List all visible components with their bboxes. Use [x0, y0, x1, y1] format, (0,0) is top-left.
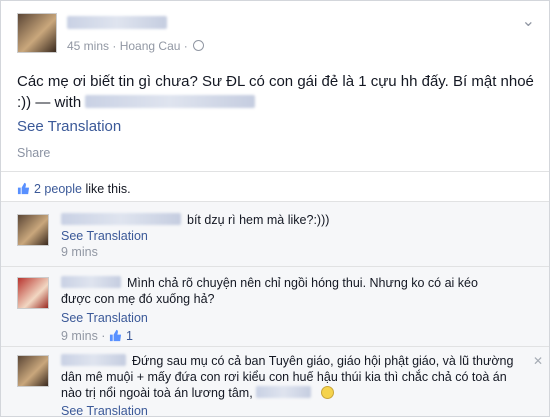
- post-time[interactable]: 45 mins: [67, 39, 109, 53]
- comment-time[interactable]: 9 mins: [61, 244, 521, 260]
- author-avatar[interactable]: [17, 13, 57, 53]
- divider: [1, 346, 549, 347]
- see-translation-link[interactable]: See Translation: [61, 310, 521, 326]
- comment-time[interactable]: 9 mins: [61, 329, 98, 343]
- commenter-avatar[interactable]: [17, 214, 49, 246]
- globe-icon[interactable]: [193, 40, 205, 51]
- tagged-friends-redacted[interactable]: [85, 95, 256, 108]
- see-translation-link[interactable]: See Translation: [61, 228, 521, 244]
- meta-separator: ·: [112, 39, 117, 53]
- divider: [1, 171, 549, 172]
- divider: [1, 266, 549, 267]
- post-meta: 45 mins · Hoang Cau ·: [67, 39, 205, 53]
- divider-comments: [1, 201, 549, 202]
- thumbs-up-icon: [17, 182, 30, 195]
- commenter-avatar[interactable]: [17, 355, 49, 387]
- facebook-post-card: 45 mins · Hoang Cau · ⌄ Các mẹ ơi biết t…: [0, 0, 550, 417]
- comment-text-line1: Đứng sau mụ có cả ban Tuyên giáo, giáo h…: [132, 354, 514, 368]
- smiley-emoticon-icon: [320, 386, 334, 399]
- chevron-down-icon[interactable]: ⌄: [522, 11, 535, 31]
- commenter-name-redacted[interactable]: [61, 354, 126, 366]
- comment-text-line3: nào trị nổi ngoài toà án lương tâm,: [61, 386, 253, 400]
- comment-like-count[interactable]: 1: [126, 329, 133, 343]
- close-icon[interactable]: ✕: [533, 353, 543, 369]
- tagged-name-redacted[interactable]: [256, 386, 312, 398]
- meta-separator-2: ·: [183, 39, 188, 53]
- comment-body: Đứng sau mụ có cả ban Tuyên giáo, giáo h…: [61, 353, 521, 416]
- thumbs-up-icon[interactable]: [109, 329, 122, 342]
- likes-suffix: like this.: [85, 182, 131, 196]
- comment-body: Mình chả rõ chuyện nên chỉ ngồi hóng thu…: [61, 275, 521, 344]
- comment-body: bít dzụ rì hem mà like?:))) See Translat…: [61, 212, 521, 260]
- commenter-name-redacted[interactable]: [61, 213, 181, 225]
- share-button[interactable]: Share: [17, 146, 50, 160]
- comment-text-line1: Mình chả rõ chuyện nên chỉ ngồi hóng thu…: [127, 276, 478, 290]
- post-text: Các mẹ ơi biết tin gì chưa? Sư ĐL có con…: [17, 71, 537, 113]
- commenter-name-redacted[interactable]: [61, 276, 121, 288]
- commenter-avatar[interactable]: [17, 277, 49, 309]
- comment-text: bít dzụ rì hem mà like?:))): [187, 213, 330, 227]
- see-translation-link[interactable]: See Translation: [17, 118, 121, 135]
- likes-summary: 2 people like this.: [17, 182, 131, 196]
- post-location[interactable]: Hoang Cau: [120, 39, 181, 53]
- comment-text-line2: được con mẹ đó xuống hả?: [61, 292, 215, 306]
- likes-count-link[interactable]: 2 people: [34, 182, 82, 196]
- comment-text-line2: dân mê muội + mấy đứa con rơi kiểu con h…: [61, 370, 507, 384]
- see-translation-link[interactable]: See Translation: [61, 403, 521, 416]
- author-name-redacted[interactable]: [67, 16, 167, 29]
